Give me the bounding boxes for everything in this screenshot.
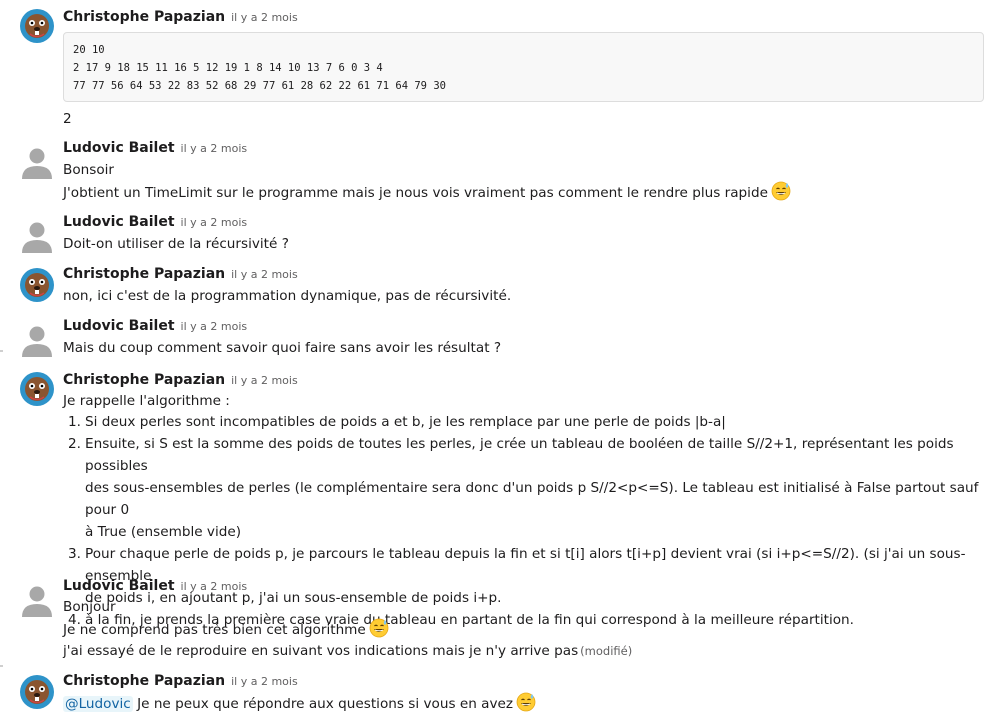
sweat-smile-emoji-icon — [771, 181, 791, 201]
default-user-avatar-icon[interactable] — [19, 321, 55, 357]
list-item: 2. Ensuite, si S est la somme des poids … — [68, 436, 979, 540]
author-name[interactable]: Christophe Papazian — [63, 266, 225, 282]
beaver-avatar-icon[interactable] — [19, 371, 55, 407]
message: Ludovic Bailet il y a 2 mois Mais du coup… — [0, 317, 1001, 361]
message-text-line: @Ludovic Je ne peux que répondre aux que… — [63, 692, 536, 715]
message: Ludovic Bailet il y a 2 mois Bonjour Je n… — [0, 577, 1001, 665]
message-text: 2 — [63, 111, 72, 127]
message-text-line: Je ne comprend pas très bien cet algorit… — [63, 618, 389, 641]
message-timestamp[interactable]: il y a 2 mois — [231, 374, 298, 387]
message: Ludovic Bailet il y a 2 mois Bonsoir J'ob… — [0, 139, 1001, 207]
message-timestamp[interactable]: il y a 2 mois — [231, 675, 298, 688]
message-text-line: j'ai essayé de le reproduire en suivant … — [63, 643, 633, 659]
default-user-avatar-icon[interactable] — [19, 581, 55, 617]
code-line: 20 10 — [73, 44, 105, 56]
sweat-smile-emoji-icon — [369, 618, 389, 638]
author-name[interactable]: Christophe Papazian — [63, 9, 225, 25]
author-name[interactable]: Ludovic Bailet — [63, 578, 175, 594]
message-timestamp[interactable]: il y a 2 mois — [231, 268, 298, 281]
message-text: Bonjour — [63, 599, 116, 615]
code-line: 2 17 9 18 15 11 16 5 12 19 1 8 14 10 13 … — [73, 62, 383, 74]
author-name[interactable]: Christophe Papazian — [63, 673, 225, 689]
message-text: Doit-on utiliser de la récursivité ? — [63, 236, 289, 252]
message-text: Mais du coup comment savoir quoi faire s… — [63, 340, 502, 356]
message-timestamp[interactable]: il y a 2 mois — [181, 580, 248, 593]
author-name[interactable]: Christophe Papazian — [63, 372, 225, 388]
beaver-avatar-icon[interactable] — [19, 267, 55, 303]
divider — [0, 665, 3, 667]
user-mention-link[interactable]: @Ludovic — [63, 696, 133, 712]
divider — [0, 350, 3, 352]
list-item: 1. Si deux perles sont incompatibles de … — [68, 414, 726, 430]
message-text: Bonsoir — [63, 162, 115, 178]
sweat-smile-emoji-icon — [516, 692, 536, 712]
author-name[interactable]: Ludovic Bailet — [63, 318, 175, 334]
message-text: non, ici c'est de la programmation dynam… — [63, 288, 512, 304]
message: Ludovic Bailet il y a 2 mois Doit-on util… — [0, 213, 1001, 257]
default-user-avatar-icon[interactable] — [19, 143, 55, 179]
edited-label: (modifié) — [580, 644, 633, 658]
message-text: Je rappelle l'algorithme : — [63, 393, 230, 409]
message-timestamp[interactable]: il y a 2 mois — [181, 320, 248, 333]
default-user-avatar-icon[interactable] — [19, 217, 55, 253]
code-line: 77 77 56 64 53 22 83 52 68 29 77 61 28 6… — [73, 80, 446, 92]
author-name[interactable]: Ludovic Bailet — [63, 214, 175, 230]
message: Christophe Papazian il y a 2 mois 20 10 2… — [0, 0, 1001, 128]
message-timestamp[interactable]: il y a 2 mois — [181, 216, 248, 229]
message: Christophe Papazian il y a 2 mois non, ic… — [0, 265, 1001, 309]
author-name[interactable]: Ludovic Bailet — [63, 140, 175, 156]
code-block: 20 10 2 17 9 18 15 11 16 5 12 19 1 8 14 … — [63, 32, 984, 102]
message: Christophe Papazian il y a 2 mois Je rapp… — [0, 369, 1001, 628]
message: Christophe Papazian il y a 2 mois @Ludovi… — [0, 672, 1001, 722]
message-timestamp[interactable]: il y a 2 mois — [231, 11, 298, 24]
beaver-avatar-icon[interactable] — [19, 674, 55, 710]
message-timestamp[interactable]: il y a 2 mois — [181, 142, 248, 155]
message-text-line: J'obtient un TimeLimit sur le programme … — [63, 181, 791, 204]
beaver-avatar-icon[interactable] — [19, 8, 55, 44]
